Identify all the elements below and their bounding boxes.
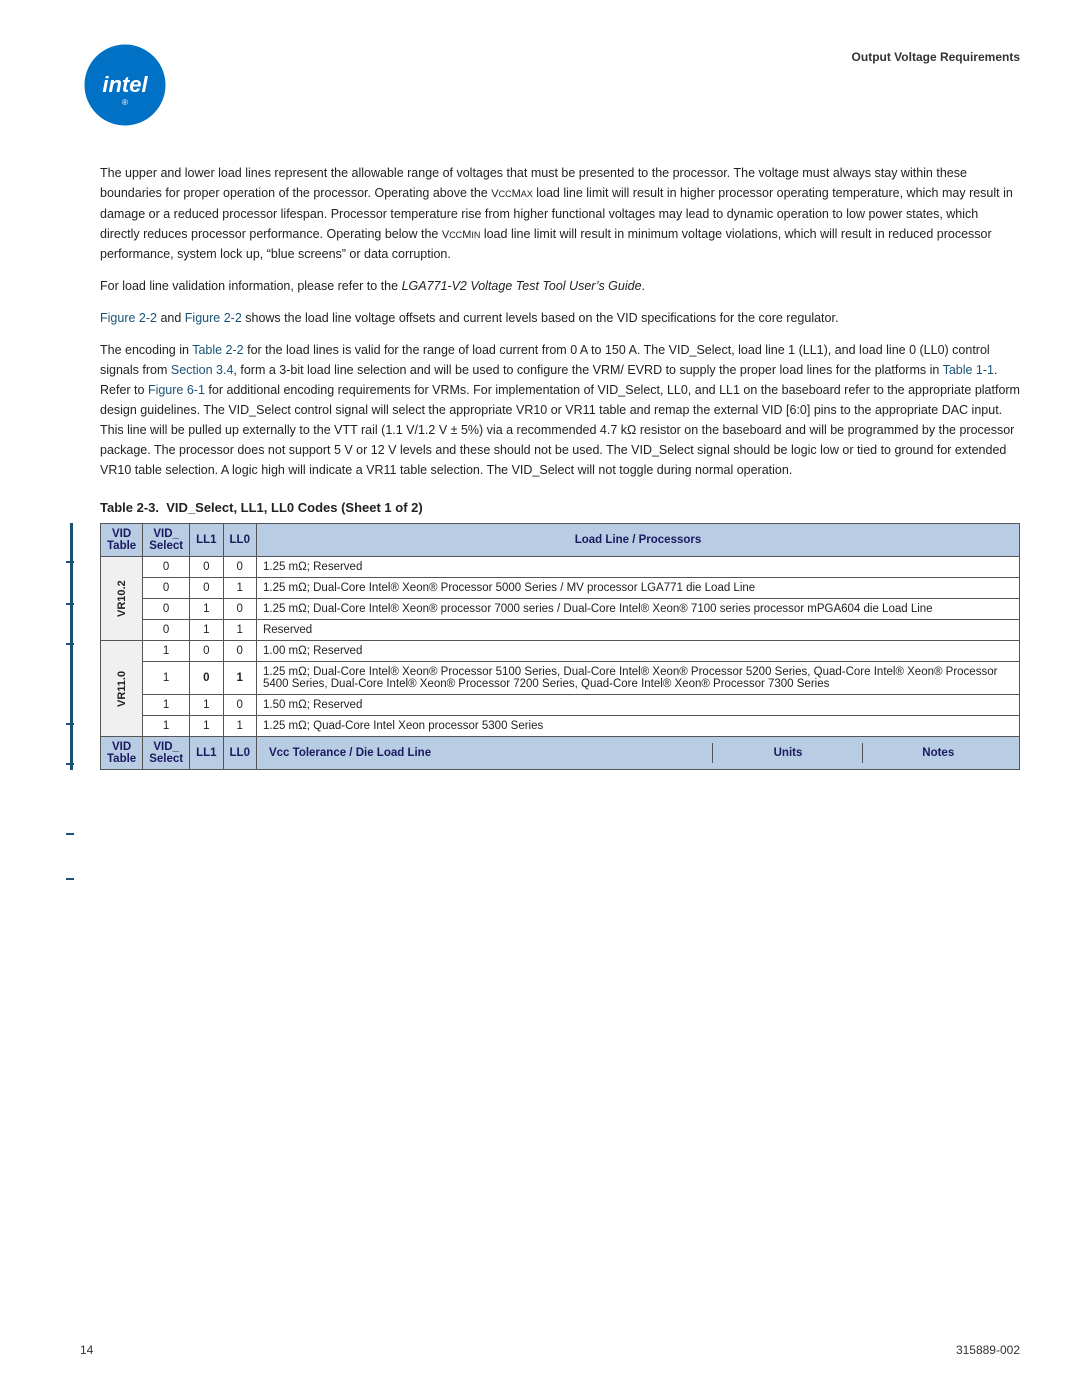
table-header-row: VIDTable VID_Select LL1 LL0 Load Line / …: [101, 524, 1020, 557]
table-label: Table 2-3.: [100, 500, 159, 515]
intel-logo: intel ®: [80, 40, 170, 133]
figure-2-2-link-1[interactable]: Figure 2-2: [100, 311, 157, 325]
ll1-val: 0: [190, 578, 223, 599]
doc-ref-italic: LGA771-V2 Voltage Test Tool User’s Guide: [402, 279, 642, 293]
page-footer: 14 315889-002: [80, 1343, 1020, 1357]
load-line-desc: 1.25 mΩ; Quad-Core Intel Xeon processor …: [256, 716, 1019, 737]
section-3-4-link[interactable]: Section 3.4: [171, 363, 234, 377]
load-line-desc: 1.00 mΩ; Reserved: [256, 641, 1019, 662]
paragraph-3: Figure 2-2 and Figure 2-2 shows the load…: [100, 308, 1020, 328]
vid-select-val: 0: [143, 557, 190, 578]
load-line-desc: 1.25 mΩ; Dual-Core Intel® Xeon® processo…: [256, 599, 1019, 620]
load-line-desc: 1.50 mΩ; Reserved: [256, 695, 1019, 716]
paragraph-2: For load line validation information, pl…: [100, 276, 1020, 296]
svg-text:intel: intel: [102, 72, 148, 97]
load-line-desc: 1.25 mΩ; Reserved: [256, 557, 1019, 578]
page-number: 14: [80, 1343, 93, 1357]
ll0-val: 1: [223, 662, 256, 695]
ll0-val: 1: [223, 716, 256, 737]
footer-col-vid-select: VID_Select: [143, 737, 190, 770]
ll1-val: 1: [190, 599, 223, 620]
paragraph-1: The upper and lower load lines represent…: [100, 163, 1020, 264]
col-load-line: Load Line / Processors: [256, 524, 1019, 557]
section-title: Output Voltage Requirements: [852, 40, 1020, 64]
table-caption: Table 2-3. VID_Select, LL1, LL0 Codes (S…: [100, 500, 1020, 515]
page: intel ® Output Voltage Requirements The …: [0, 0, 1080, 1397]
footer-col-ll0: LL0: [223, 737, 256, 770]
vid-select-val: 0: [143, 578, 190, 599]
vr10-2-cell: VR10.2: [101, 557, 143, 641]
table-row: 1 1 1 1.25 mΩ; Quad-Core Intel Xeon proc…: [101, 716, 1020, 737]
table-row: 0 1 0 1.25 mΩ; Dual-Core Intel® Xeon® pr…: [101, 599, 1020, 620]
table-row: 0 1 1 Reserved: [101, 620, 1020, 641]
footer-col-notes: Notes: [863, 743, 1013, 763]
ll1-val: 0: [190, 662, 223, 695]
ll1-val: 1: [190, 620, 223, 641]
table-row: 1 1 0 1.50 mΩ; Reserved: [101, 695, 1020, 716]
load-line-desc: Reserved: [256, 620, 1019, 641]
ll1-val: 1: [190, 695, 223, 716]
table-row: VR10.2 0 0 0 1.25 mΩ; Reserved: [101, 557, 1020, 578]
table-title: VID_Select, LL1, LL0 Codes (Sheet 1 of 2…: [166, 500, 422, 515]
col-vid-select: VID_Select: [143, 524, 190, 557]
footer-col-vid-table: VIDTable: [101, 737, 143, 770]
vid-select-val: 1: [143, 641, 190, 662]
footer-col-units: Units: [713, 743, 863, 763]
table-1-1-link[interactable]: Table 1-1: [943, 363, 994, 377]
paragraph-4: The encoding in Table 2-2 for the load l…: [100, 340, 1020, 480]
ll1-val: 1: [190, 716, 223, 737]
vccmax-ref: VCCMAX: [491, 188, 533, 200]
figure-6-1-link[interactable]: Figure 6-1: [148, 383, 205, 397]
vid-select-val: 1: [143, 716, 190, 737]
main-content: The upper and lower load lines represent…: [100, 163, 1020, 770]
figure-2-2-link-2[interactable]: Figure 2-2: [185, 311, 242, 325]
ll1-val: 0: [190, 641, 223, 662]
vid-select-val: 1: [143, 695, 190, 716]
vccmin-ref: VCCMIN: [442, 229, 481, 241]
load-line-desc: 1.25 mΩ; Dual-Core Intel® Xeon® Processo…: [256, 578, 1019, 599]
vid-select-val: 0: [143, 620, 190, 641]
load-line-desc: 1.25 mΩ; Dual-Core Intel® Xeon® Processo…: [256, 662, 1019, 695]
vid-select-val: 1: [143, 662, 190, 695]
svg-text:®: ®: [122, 98, 128, 107]
footer-col-vcc-tolerance: Vcc Tolerance / Die Load Line Units Note…: [256, 737, 1019, 770]
vr11-0-cell: VR11.0: [101, 641, 143, 737]
col-ll1: LL1: [190, 524, 223, 557]
ll0-val: 0: [223, 599, 256, 620]
vid-select-table: VIDTable VID_Select LL1 LL0 Load Line / …: [100, 523, 1020, 770]
table-footer-row: VIDTable VID_Select LL1 LL0 Vcc Toleranc…: [101, 737, 1020, 770]
ll0-val: 1: [223, 620, 256, 641]
table-row: VR11.0 1 0 0 1.00 mΩ; Reserved: [101, 641, 1020, 662]
table-row: 0 0 1 1.25 mΩ; Dual-Core Intel® Xeon® Pr…: [101, 578, 1020, 599]
col-vid-table: VIDTable: [101, 524, 143, 557]
page-header: intel ® Output Voltage Requirements: [80, 40, 1020, 133]
footer-col-ll1: LL1: [190, 737, 223, 770]
ll0-val: 0: [223, 557, 256, 578]
col-ll0: LL0: [223, 524, 256, 557]
ll0-val: 0: [223, 641, 256, 662]
table-2-2-link[interactable]: Table 2-2: [192, 343, 243, 357]
ll0-val: 1: [223, 578, 256, 599]
ll0-val: 0: [223, 695, 256, 716]
vid-select-val: 0: [143, 599, 190, 620]
ll1-val: 0: [190, 557, 223, 578]
doc-number: 315889-002: [956, 1343, 1020, 1357]
table-row: 1 0 1 1.25 mΩ; Dual-Core Intel® Xeon® Pr…: [101, 662, 1020, 695]
